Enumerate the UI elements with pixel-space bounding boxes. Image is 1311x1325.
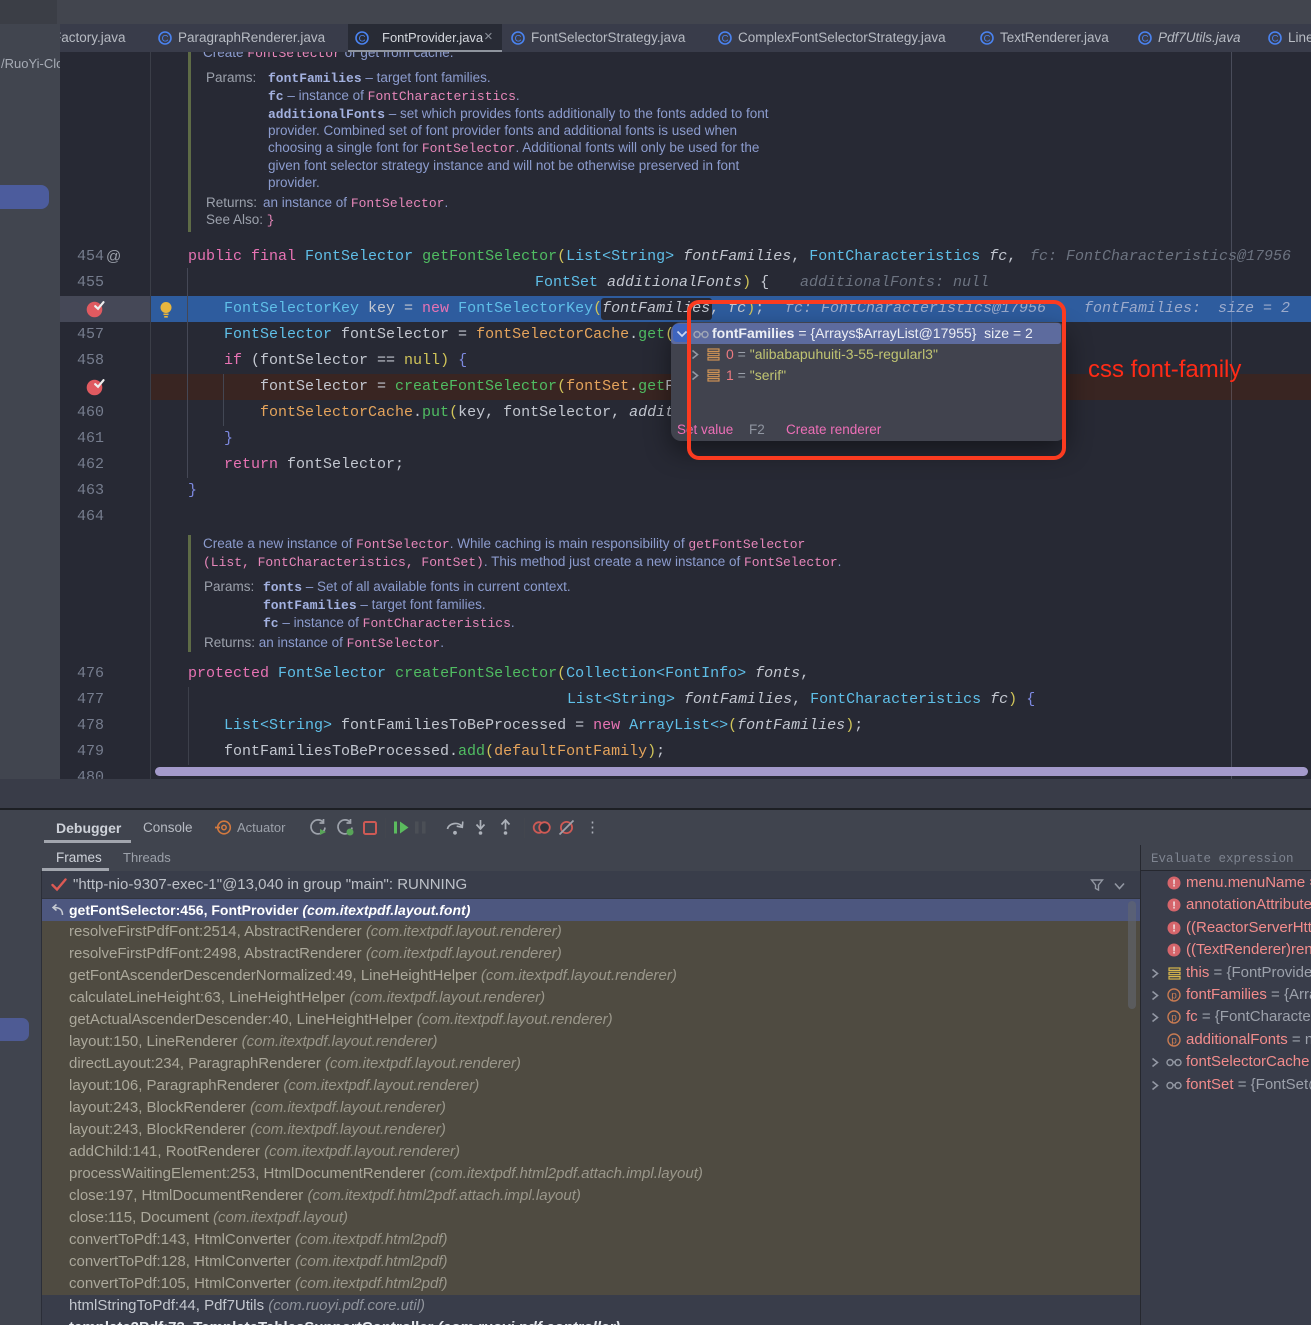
svg-text:!: ! [1172,946,1175,957]
svg-text:p: p [1171,1013,1177,1024]
svg-text:!: ! [1172,901,1175,912]
svg-text:p: p [1171,1036,1177,1047]
svg-text:p: p [1171,991,1177,1002]
svg-text:!: ! [1172,924,1175,935]
svg-text:!: ! [1172,879,1175,890]
